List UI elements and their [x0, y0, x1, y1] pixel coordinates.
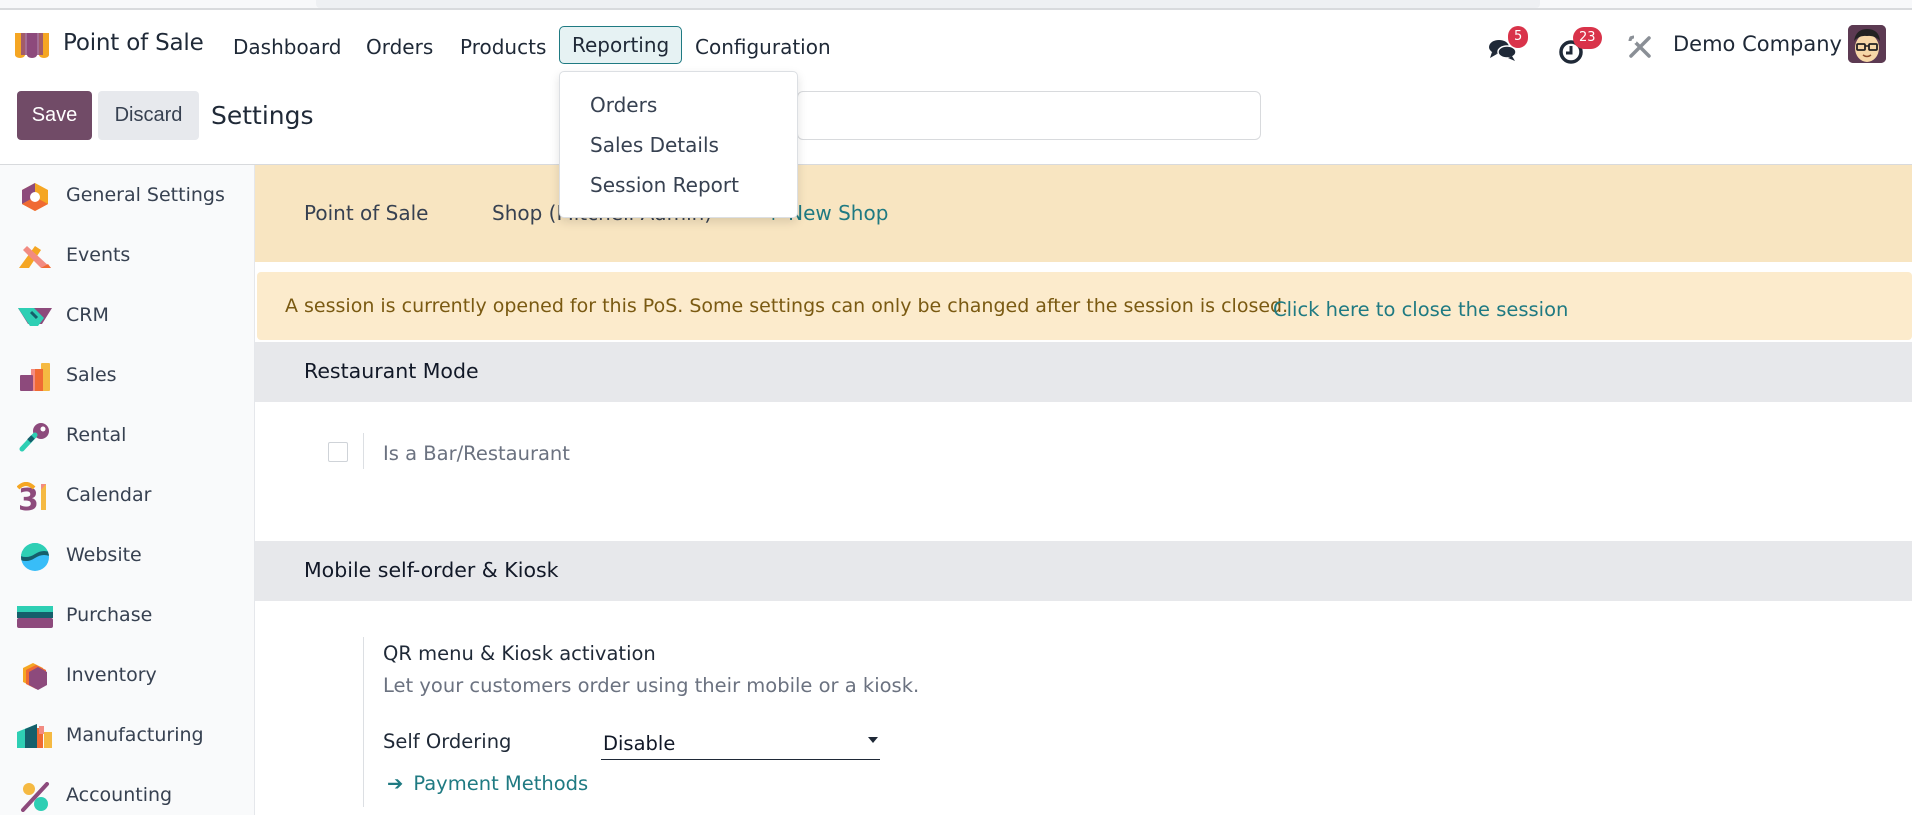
is-bar-restaurant-label: Is a Bar/Restaurant — [383, 442, 570, 465]
is-bar-restaurant-checkbox[interactable] — [328, 442, 348, 462]
events-icon — [19, 246, 51, 268]
control-panel: Save Discard Settings — [0, 80, 1912, 165]
page-title: Settings — [211, 101, 314, 130]
reporting-dropdown-menu: Orders Sales Details Session Report — [559, 71, 798, 218]
menu-orders[interactable]: Orders — [366, 32, 433, 62]
sidebar-label: Manufacturing — [66, 724, 204, 746]
debug-tools-icon[interactable] — [1628, 35, 1652, 59]
payment-methods-link[interactable]: ➔ Payment Methods — [387, 772, 588, 795]
qr-kiosk-setting-title: QR menu & Kiosk activation — [383, 642, 656, 665]
crm-icon — [18, 308, 52, 326]
user-avatar[interactable] — [1848, 25, 1886, 63]
sidebar-item-accounting[interactable]: Accounting — [0, 769, 254, 825]
section-header-mobile: Mobile self-order & Kiosk — [255, 541, 1912, 601]
inventory-icon — [23, 663, 47, 690]
settings-search-input[interactable] — [797, 91, 1261, 140]
sidebar-label: Rental — [66, 424, 127, 446]
avatar-face-icon — [1848, 25, 1886, 63]
menu-reporting[interactable]: Reporting — [559, 26, 683, 64]
setting-divider — [363, 637, 364, 807]
qr-kiosk-setting-description: Let your customers order using their mob… — [383, 674, 920, 697]
setting-divider — [363, 433, 364, 469]
discard-button[interactable]: Discard — [98, 91, 199, 140]
activities-badge: 23 — [1573, 27, 1602, 49]
sales-icon — [20, 363, 50, 391]
activities-button[interactable]: 23 — [1555, 26, 1615, 66]
sidebar-item-website[interactable]: Website — [0, 529, 254, 585]
settings-sidebar: General Settings Events CRM Sales Rental… — [0, 165, 255, 815]
main-navbar: Point of Sale Dashboard Orders Products … — [0, 12, 1912, 80]
sidebar-label: General Settings — [66, 184, 225, 206]
alert-message: A session is currently opened for this P… — [285, 295, 1289, 317]
self-ordering-value: Disable — [603, 732, 676, 755]
menu-dashboard[interactable]: Dashboard — [233, 32, 342, 62]
arrow-right-icon: ➔ — [387, 772, 404, 795]
sidebar-label: Accounting — [66, 784, 173, 806]
dropdown-item-sales-details[interactable]: Sales Details — [590, 133, 719, 157]
sidebar-label: Inventory — [66, 664, 157, 686]
company-switcher[interactable]: Demo Company — [1673, 32, 1842, 56]
sidebar-item-rental[interactable]: Rental — [0, 409, 254, 465]
shop-bar-label: Point of Sale — [304, 201, 429, 225]
sidebar-label: CRM — [66, 304, 109, 326]
sidebar-item-manufacturing[interactable]: Manufacturing — [0, 709, 254, 765]
menu-configuration[interactable]: Configuration — [695, 32, 831, 62]
sidebar-item-sales[interactable]: Sales — [0, 349, 254, 405]
settings-content: Point of Sale Shop (Mitchell Admin) ▾ + … — [255, 165, 1912, 815]
calendar-icon: 3 — [17, 482, 46, 512]
rental-icon — [19, 423, 49, 452]
payment-methods-label: Payment Methods — [413, 772, 589, 795]
messages-button[interactable]: 5 — [1484, 26, 1534, 66]
general-settings-icon — [22, 183, 48, 211]
browser-tab-area — [316, 0, 1540, 8]
pos-app-icon[interactable] — [12, 30, 52, 58]
chevron-down-icon — [868, 737, 878, 743]
sidebar-item-general-settings[interactable]: General Settings — [0, 169, 254, 225]
self-ordering-label: Self Ordering — [383, 730, 512, 753]
browser-top-strip — [0, 0, 1912, 10]
manufacturing-icon — [17, 724, 52, 748]
session-open-alert: A session is currently opened for this P… — [257, 272, 1912, 340]
sidebar-item-purchase[interactable]: Purchase — [0, 589, 254, 645]
sidebar-label: Calendar — [66, 484, 152, 506]
save-button[interactable]: Save — [17, 91, 92, 140]
sidebar-item-events[interactable]: Events — [0, 229, 254, 285]
sidebar-label: Events — [66, 244, 131, 266]
self-ordering-select[interactable]: Disable — [601, 728, 880, 760]
sidebar-label: Purchase — [66, 604, 153, 626]
accounting-icon — [21, 782, 49, 812]
purchase-icon — [17, 606, 53, 628]
dropdown-item-orders[interactable]: Orders — [590, 93, 657, 117]
sidebar-label: Sales — [66, 364, 117, 386]
section-title: Restaurant Mode — [304, 359, 479, 383]
messages-badge: 5 — [1508, 26, 1529, 48]
section-header-restaurant: Restaurant Mode — [255, 342, 1912, 402]
sidebar-item-calendar[interactable]: 3 Calendar — [0, 469, 254, 525]
section-title: Mobile self-order & Kiosk — [304, 558, 559, 582]
website-icon — [21, 543, 49, 571]
app-brand-name[interactable]: Point of Sale — [63, 30, 204, 56]
sidebar-item-crm[interactable]: CRM — [0, 289, 254, 345]
sidebar-label: Website — [66, 544, 142, 566]
close-session-link[interactable]: Click here to close the session — [1273, 298, 1568, 321]
menu-products[interactable]: Products — [460, 32, 546, 62]
sidebar-item-inventory[interactable]: Inventory — [0, 649, 254, 705]
shop-selector-bar: Point of Sale Shop (Mitchell Admin) ▾ + … — [255, 165, 1912, 262]
dropdown-item-session-report[interactable]: Session Report — [590, 173, 739, 197]
